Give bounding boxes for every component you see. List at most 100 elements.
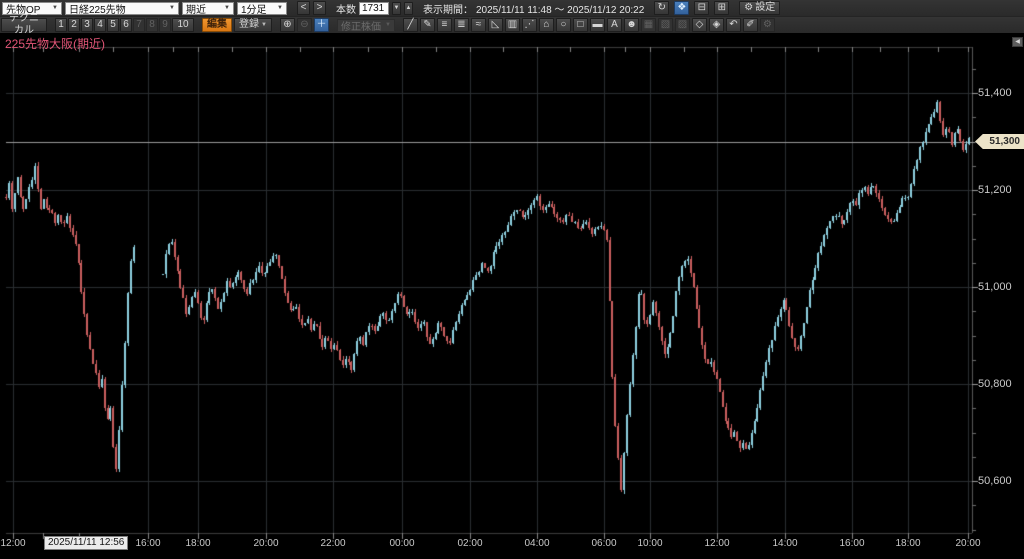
- zoom-in-button[interactable]: ⊕: [280, 18, 295, 32]
- candlestick-chart[interactable]: [0, 33, 1024, 559]
- ray-lines-tool[interactable]: ⋰: [522, 18, 537, 32]
- print-icon: ⊟: [698, 2, 706, 14]
- contract-select[interactable]: 期近 ▼: [182, 2, 234, 15]
- technical-button[interactable]: テクニカル: [1, 18, 47, 32]
- x-axis-label: 02:00: [457, 538, 482, 549]
- technical-preset-10[interactable]: 10: [172, 18, 194, 32]
- chart-area[interactable]: 225先物大阪(期近) 51,40051,20051,00050,80050,6…: [0, 33, 1024, 559]
- drawing-toolbar: テクニカル 12345678910 編集 登録 ▼ ⊕ ⊖ ＋ 修正株価 ▼ ╱…: [0, 17, 1024, 33]
- crosshair-button[interactable]: ＋: [314, 18, 329, 32]
- bars-increment-button[interactable]: ▲: [404, 2, 413, 15]
- technical-preset-1[interactable]: 1: [55, 18, 67, 32]
- chevron-down-icon: ▼: [385, 22, 391, 28]
- technical-preset-4[interactable]: 4: [94, 18, 106, 32]
- vertical-lines-tool[interactable]: ▥: [505, 18, 520, 32]
- next-button[interactable]: >: [313, 1, 326, 15]
- pointer-pen-tool[interactable]: ✐: [743, 18, 758, 32]
- technical-preset-8[interactable]: 8: [146, 18, 158, 32]
- reload-button[interactable]: ↻: [654, 1, 669, 15]
- ellipse-tool-icon: ○: [560, 19, 566, 31]
- horizontal-bar-tool[interactable]: ▬: [590, 18, 605, 32]
- pattern-tool-2[interactable]: ▧: [658, 18, 673, 32]
- timeframe-select[interactable]: 1分足 ▼: [237, 2, 287, 15]
- stamp-tool[interactable]: ☻: [624, 18, 639, 32]
- pattern-tool-1[interactable]: ▦: [641, 18, 656, 32]
- y-axis-label: 50,600: [978, 475, 1012, 487]
- crosshair-pointer-button[interactable]: ❖: [674, 1, 689, 15]
- tool-settings-icon[interactable]: ⚙: [760, 18, 775, 32]
- eraser-all-tool[interactable]: ◈: [709, 18, 724, 32]
- fan-lines-tool[interactable]: ◺: [488, 18, 503, 32]
- eraser-all-tool-icon: ◈: [713, 19, 721, 31]
- x-axis-label: 18:00: [895, 538, 920, 549]
- chevron-down-icon: ▼: [261, 19, 267, 31]
- x-axis-label: 14:00: [772, 538, 797, 549]
- x-axis-label: 06:00: [591, 538, 616, 549]
- technical-preset-group: 12345678910: [55, 18, 194, 32]
- current-price-tag: 51,300: [975, 134, 1024, 149]
- trend-line-tool[interactable]: ╱: [403, 18, 418, 32]
- eraser-tool[interactable]: ◇: [692, 18, 707, 32]
- text-tool-icon: A: [611, 19, 618, 31]
- x-axis-label: 12:00: [704, 538, 729, 549]
- timeframe-select-value: 1分足: [241, 1, 267, 16]
- x-axis-label: 18:00: [185, 538, 210, 549]
- horizontal-lines-tool-icon: ≡: [442, 19, 448, 31]
- parallel-lines-tool[interactable]: ≣: [454, 18, 469, 32]
- bars-label: 本数: [336, 1, 356, 16]
- prev-button[interactable]: <: [297, 1, 310, 15]
- bars-input[interactable]: [359, 2, 389, 15]
- pentagon-tool[interactable]: ⌂: [539, 18, 554, 32]
- chevron-down-icon: ▼: [277, 5, 283, 11]
- technical-preset-7[interactable]: 7: [133, 18, 145, 32]
- add-window-button[interactable]: ⊞: [714, 1, 729, 15]
- y-axis-label: 51,200: [978, 184, 1012, 196]
- x-axis-label: 20:00: [253, 538, 278, 549]
- stamp-tool-icon: ☻: [626, 19, 637, 31]
- bars-decrement-button[interactable]: ▼: [392, 2, 401, 15]
- ellipse-tool[interactable]: ○: [556, 18, 571, 32]
- period-label: 表示期間：: [423, 1, 473, 16]
- print-button[interactable]: ⊟: [694, 1, 709, 15]
- instrument-select-value: 日経225先物: [69, 1, 126, 16]
- edit-button[interactable]: 編集: [202, 18, 232, 32]
- gear-icon: ⚙: [744, 2, 753, 14]
- fan-lines-tool-icon: ◺: [492, 19, 500, 31]
- horizontal-bar-tool-icon: ▬: [592, 19, 602, 31]
- y-axis-label: 51,400: [978, 87, 1012, 99]
- technical-preset-9[interactable]: 9: [159, 18, 171, 32]
- instrument-select[interactable]: 日経225先物 ▼: [65, 2, 179, 15]
- zoom-out-button[interactable]: ⊖: [297, 18, 312, 32]
- rectangle-tool-icon: □: [577, 19, 583, 31]
- x-axis-label: 20:00: [955, 538, 980, 549]
- rectangle-tool[interactable]: □: [573, 18, 588, 32]
- pattern-tool-3[interactable]: ▨: [675, 18, 690, 32]
- symbol-label: 225先物大阪(期近): [5, 35, 105, 52]
- main-toolbar: 先物OP ▼ 日経225先物 ▼ 期近 ▼ 1分足 ▼ < > 本数 ▼ ▲ 表…: [0, 0, 1024, 17]
- chevron-down-icon: ▼: [52, 5, 58, 11]
- x-axis-label: 16:00: [135, 538, 160, 549]
- reload-icon: ↻: [658, 2, 666, 14]
- chevron-down-icon: ▼: [224, 5, 230, 11]
- technical-preset-3[interactable]: 3: [81, 18, 93, 32]
- horizontal-lines-tool[interactable]: ≡: [437, 18, 452, 32]
- contract-select-value: 期近: [186, 1, 206, 16]
- pencil-tool[interactable]: ✎: [420, 18, 435, 32]
- crosshair-pointer-icon: ❖: [677, 2, 686, 14]
- technical-preset-2[interactable]: 2: [68, 18, 80, 32]
- panel-collapse-button[interactable]: ◀: [1012, 37, 1023, 47]
- text-tool[interactable]: A: [607, 18, 622, 32]
- wave-tool[interactable]: ≈: [471, 18, 486, 32]
- register-button[interactable]: 登録 ▼: [234, 18, 272, 32]
- x-axis-label: 16:00: [839, 538, 864, 549]
- undo-tool[interactable]: ↶: [726, 18, 741, 32]
- vertical-lines-tool-icon: ▥: [508, 19, 517, 31]
- technical-preset-6[interactable]: 6: [120, 18, 132, 32]
- chevron-down-icon: ▼: [169, 5, 175, 11]
- technical-preset-5[interactable]: 5: [107, 18, 119, 32]
- undo-tool-icon: ↶: [729, 19, 737, 31]
- ray-lines-tool-icon: ⋰: [524, 19, 534, 31]
- adjusted-price-select: 修正株価 ▼: [337, 19, 395, 32]
- settings-button[interactable]: ⚙ 設定: [739, 1, 780, 15]
- x-axis-label: 22:00: [320, 538, 345, 549]
